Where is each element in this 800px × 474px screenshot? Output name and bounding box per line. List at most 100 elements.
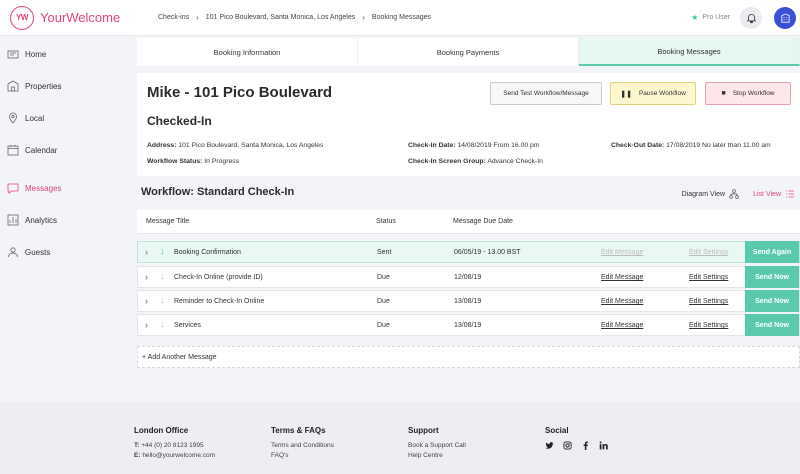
- diagram-view-button[interactable]: Diagram View: [682, 189, 739, 199]
- arrow-down-icon: ↓: [160, 319, 165, 329]
- edit-message-link[interactable]: Edit Message: [601, 298, 643, 305]
- tab-booking-payments[interactable]: Booking Payments: [358, 38, 579, 66]
- sidebar-item-label: Local: [25, 113, 45, 123]
- send-test-workflow-button[interactable]: Send Test Workflow/Message: [490, 82, 602, 105]
- bell-icon: [746, 13, 756, 23]
- send-test-label: Send Test Workflow/Message: [503, 90, 589, 97]
- booking-summary-card: Mike - 101 Pico Boulevard Checked-In Sen…: [137, 73, 800, 176]
- email-label: E:: [134, 452, 141, 459]
- message-title: Services: [174, 322, 201, 329]
- sidebar-item-label: Guests: [25, 247, 51, 257]
- footer-heading: Social: [545, 426, 569, 435]
- send-now-button[interactable]: Send Now: [745, 314, 799, 336]
- notifications-button[interactable]: [740, 7, 762, 29]
- table-row[interactable]: › ↓ Booking Confirmation Sent 06/05/19 -…: [137, 241, 800, 263]
- checkin-meta: Check-In Date: 14/08/2019 From 16.00 pm: [408, 142, 539, 149]
- logo[interactable]: YW YourWelcome: [10, 5, 138, 30]
- sidebar-item-calendar[interactable]: Calendar: [7, 144, 57, 156]
- table-row[interactable]: › ↓ Check-In Online (provide ID) Due 12/…: [137, 266, 800, 288]
- send-again-button[interactable]: Send Again: [745, 241, 799, 263]
- list-view-button[interactable]: List View: [753, 189, 795, 199]
- chevron-right-icon[interactable]: ›: [145, 247, 148, 257]
- edit-settings-link[interactable]: Edit Settings: [689, 322, 728, 329]
- breadcrumb-property[interactable]: 101 Pico Boulevard, Santa Monica, Los An…: [206, 14, 355, 21]
- tab-booking-information[interactable]: Booking Information: [137, 38, 358, 66]
- sidebar-item-properties[interactable]: Properties: [7, 80, 61, 92]
- breadcrumb-checkins[interactable]: Check-ins: [158, 14, 189, 21]
- footer: London Office T: +44 (0) 20 8123 1995 E:…: [0, 402, 800, 474]
- linkedin-icon[interactable]: [599, 441, 608, 452]
- booking-status: Checked-In: [147, 114, 212, 128]
- chevron-right-icon[interactable]: ›: [145, 320, 148, 330]
- tab-booking-messages[interactable]: Booking Messages: [579, 38, 800, 66]
- sidebar-item-messages[interactable]: Messages: [7, 182, 61, 194]
- booking-tabs: Booking Information Booking Payments Boo…: [137, 38, 800, 66]
- edit-message-link[interactable]: Edit Message: [601, 249, 643, 256]
- workflow-heading: Workflow: Standard Check-In: [141, 186, 295, 198]
- edit-message-link[interactable]: Edit Message: [601, 274, 643, 281]
- send-now-button[interactable]: Send Now: [745, 290, 799, 312]
- home-icon: [7, 50, 19, 59]
- message-title: Check-In Online (provide ID): [174, 274, 263, 281]
- table-row[interactable]: › ↓ Reminder to Check-In Online Due 13/0…: [137, 290, 800, 312]
- add-message-button[interactable]: + Add Another Message: [137, 346, 800, 368]
- stop-workflow-button[interactable]: ■ Stop Workflow: [705, 82, 791, 105]
- checkin-label: Check-In Date:: [408, 142, 456, 149]
- user-plan: ★ Pro User: [691, 13, 730, 22]
- guests-icon: [8, 247, 18, 258]
- message-status: Due: [377, 322, 390, 329]
- messages-table-header: Message Title Status Message Due Date: [137, 210, 800, 234]
- sidebar-item-local[interactable]: Local: [7, 112, 44, 124]
- breadcrumb-current: Booking Messages: [371, 14, 432, 21]
- sidebar-item-label: Properties: [25, 81, 62, 91]
- edit-settings-link[interactable]: Edit Settings: [689, 298, 728, 305]
- table-row[interactable]: › ↓ Services Due 13/08/19 Edit Message E…: [137, 314, 800, 336]
- footer-email: E: hello@yourwelcome.com: [134, 451, 215, 461]
- edit-message-link[interactable]: Edit Message: [601, 322, 643, 329]
- footer-heading: London Office: [134, 426, 189, 435]
- support-call-link[interactable]: Book a Support Call: [408, 441, 466, 451]
- pause-workflow-button[interactable]: ❚❚ Pause Workflow: [610, 82, 696, 105]
- pause-label: Pause Workflow: [638, 90, 686, 97]
- sidebar-item-guests[interactable]: Guests: [7, 246, 50, 258]
- footer-office: London Office T: +44 (0) 20 8123 1995 E:…: [134, 426, 215, 461]
- sidebar-item-label: Home: [25, 49, 47, 59]
- footer-heading: Terms & FAQs: [271, 426, 326, 435]
- edit-settings-link[interactable]: Edit Settings: [689, 249, 728, 256]
- workflow-status-label: Workflow Status:: [147, 158, 203, 165]
- pause-icon: ❚❚: [620, 90, 632, 98]
- properties-icon: [7, 80, 19, 92]
- checkout-value: 17/08/2019 No later than 11.00 am: [666, 142, 771, 149]
- footer-terms: Terms & FAQs Terms and Conditions FAQ's: [271, 426, 334, 461]
- checkout-label: Check-Out Date:: [611, 142, 665, 149]
- twitter-icon[interactable]: [545, 441, 554, 452]
- screen-group-value: Advance Check-In: [487, 158, 543, 165]
- footer-support: Support Book a Support Call Help Centre: [408, 426, 466, 461]
- page-title: Mike - 101 Pico Boulevard: [147, 84, 333, 101]
- sidebar-item-label: Analytics: [25, 215, 58, 225]
- user-plan-label: Pro User: [702, 14, 730, 21]
- calendar-icon: [7, 145, 19, 156]
- message-due-date: 13/08/19: [454, 322, 482, 329]
- analytics-icon: [7, 214, 19, 226]
- facebook-icon[interactable]: [581, 441, 590, 452]
- help-centre-link[interactable]: Help Centre: [408, 451, 466, 461]
- sidebar-item-label: Calendar: [25, 145, 58, 155]
- avatar[interactable]: [774, 7, 796, 29]
- message-title: Booking Confirmation: [174, 249, 241, 256]
- message-status: Sent: [377, 249, 392, 256]
- chevron-right-icon[interactable]: ›: [145, 272, 148, 282]
- faq-link[interactable]: FAQ's: [271, 451, 334, 461]
- column-header-status: Status: [376, 218, 396, 225]
- address-meta: Address: 101 Pico Boulevard, Santa Monic…: [147, 142, 323, 149]
- instagram-icon[interactable]: [563, 441, 572, 452]
- chevron-right-icon[interactable]: ›: [145, 296, 148, 306]
- sidebar-item-home[interactable]: Home: [7, 48, 46, 60]
- edit-settings-link[interactable]: Edit Settings: [689, 274, 728, 281]
- chevron-right-icon: ›: [196, 13, 199, 22]
- sidebar-item-analytics[interactable]: Analytics: [7, 214, 57, 226]
- diagram-icon: [729, 189, 739, 199]
- email-link[interactable]: hello@yourwelcome.com: [142, 452, 215, 459]
- terms-link[interactable]: Terms and Conditions: [271, 441, 334, 451]
- send-now-button[interactable]: Send Now: [745, 266, 799, 288]
